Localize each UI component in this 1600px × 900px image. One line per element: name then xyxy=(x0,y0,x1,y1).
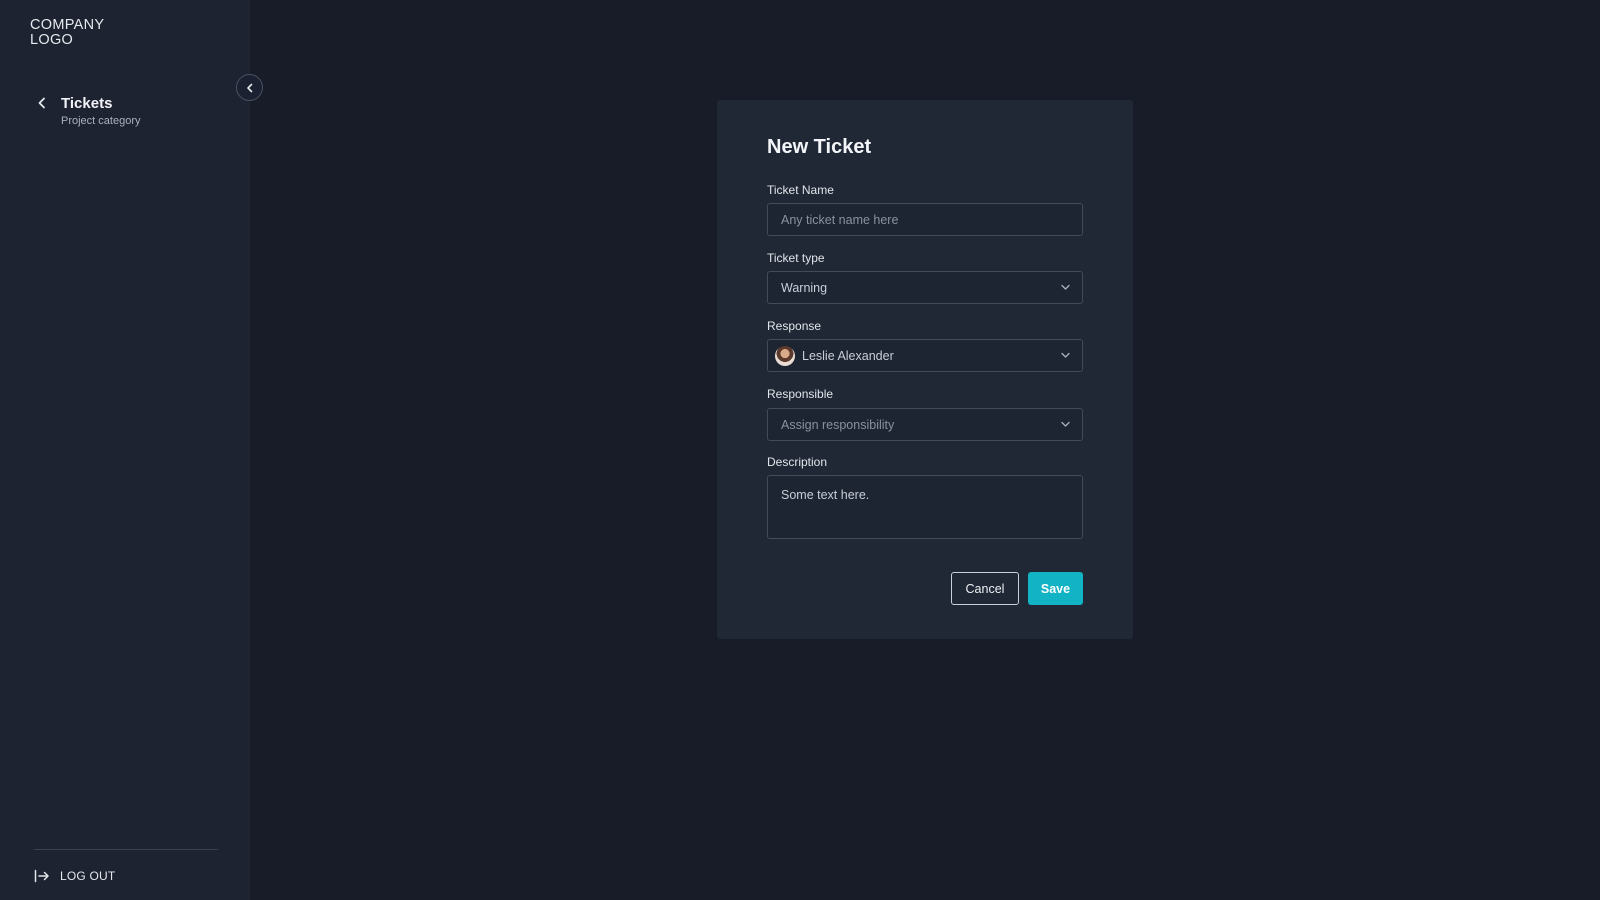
ticket-name-label: Ticket Name xyxy=(767,183,834,197)
ticket-name-placeholder: Any ticket name here xyxy=(781,212,899,227)
card-title: New Ticket xyxy=(767,136,872,158)
description-label: Description xyxy=(767,455,828,469)
back-chevron-left-icon xyxy=(38,97,45,109)
logo-line-2: LOGO xyxy=(30,32,74,48)
description-textarea[interactable]: Some text here. xyxy=(767,475,1083,539)
ticket-name-input[interactable]: Any ticket name here xyxy=(767,203,1083,236)
nav-subtitle: Project category xyxy=(61,115,141,127)
responsible-placeholder: Assign responsibility xyxy=(781,417,895,432)
cancel-button[interactable]: Cancel xyxy=(951,572,1019,605)
response-label: Response xyxy=(767,319,822,333)
chevron-down-icon xyxy=(1061,352,1070,358)
new-ticket-card: New Ticket Ticket Name Any ticket name h… xyxy=(717,100,1133,639)
nav-title: Tickets xyxy=(61,95,113,112)
ticket-type-value: Warning xyxy=(781,280,828,295)
collapse-sidebar-button[interactable] xyxy=(236,74,263,101)
sidebar: COMPANY LOGO Tickets Project category LO… xyxy=(0,0,250,900)
collapse-chevron-left-icon xyxy=(246,83,252,92)
chevron-down-icon xyxy=(1061,284,1070,290)
logout-icon xyxy=(34,869,49,883)
chevron-down-icon xyxy=(1061,421,1070,427)
sidebar-divider xyxy=(34,849,218,850)
response-value: Leslie Alexander xyxy=(802,348,894,363)
ticket-type-select[interactable]: Warning xyxy=(767,271,1083,304)
response-select[interactable]: Leslie Alexander xyxy=(767,339,1083,372)
description-value: Some text here. xyxy=(781,488,870,502)
company-logo: COMPANY LOGO xyxy=(30,18,120,48)
avatar xyxy=(775,345,795,366)
back-to-tickets[interactable]: Tickets Project category xyxy=(37,93,227,133)
logout-button[interactable]: LOG OUT xyxy=(34,866,154,886)
ticket-type-label: Ticket type xyxy=(767,251,825,265)
save-button[interactable]: Save xyxy=(1028,572,1083,605)
responsible-label: Responsible xyxy=(767,387,834,401)
logout-label: LOG OUT xyxy=(60,869,116,883)
logo-line-1: COMPANY xyxy=(30,17,105,33)
responsible-select[interactable]: Assign responsibility xyxy=(767,408,1083,441)
app-root: COMPANY LOGO Tickets Project category LO… xyxy=(0,0,1600,900)
